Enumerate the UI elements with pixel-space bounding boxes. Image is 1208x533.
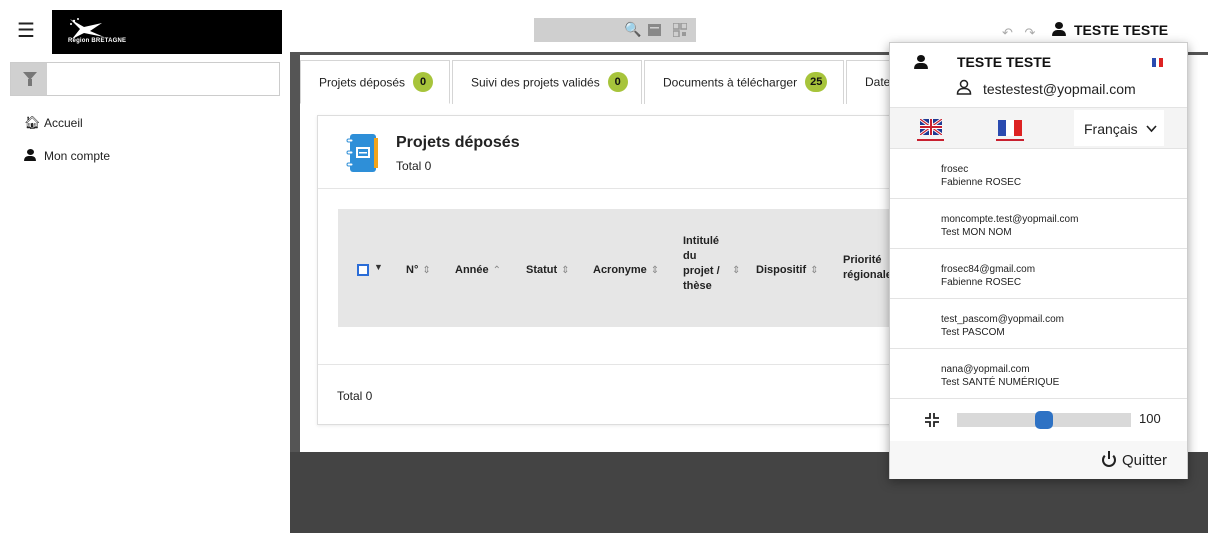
tab-count-badge: 0	[607, 72, 628, 92]
account-login: moncompte.test@yopmail.com	[941, 214, 1079, 225]
sidebar-item-label: Accueil	[44, 116, 83, 130]
compress-icon[interactable]	[925, 413, 939, 427]
column-header-acronyme[interactable]: Acronyme ⇕	[593, 263, 659, 278]
projects-card: Projets déposés Total 0 ▼ N° ⇕ Année ⌃ Sta…	[317, 115, 908, 426]
account-login: test_pascom@yopmail.com	[941, 314, 1064, 325]
account-login: frosec	[941, 164, 969, 175]
column-header-priorite[interactable]: Priorité régionale	[843, 253, 892, 283]
flag-underline	[996, 139, 1024, 141]
history-controls: ↶ ↷	[1002, 25, 1035, 41]
chevron-down-icon	[1145, 125, 1157, 133]
account-login: frosec84@gmail.com	[941, 264, 1036, 275]
select-all-checkbox[interactable]	[357, 264, 369, 276]
filter-button[interactable]	[11, 63, 47, 95]
flag-underline	[917, 139, 944, 141]
account-item[interactable]: frosec Fabienne ROSEC	[890, 149, 1187, 199]
account-item[interactable]: frosec84@gmail.com Fabienne ROSEC	[890, 249, 1187, 299]
quit-label: Quitter	[1121, 452, 1167, 469]
sort-icon: ⇕	[422, 265, 431, 276]
user-menu-toggle[interactable]: TESTE TESTE	[1052, 22, 1168, 38]
zoom-slider-thumb[interactable]	[1035, 411, 1053, 429]
logo[interactable]: Région BRETAGNE	[52, 10, 282, 54]
sidebar: 🏠︎ Accueil Mon compte	[0, 55, 290, 533]
power-icon	[1101, 451, 1116, 467]
account-name: Fabienne ROSEC	[941, 277, 1022, 288]
filter-icon	[23, 72, 37, 86]
account-name: Fabienne ROSEC	[941, 177, 1022, 188]
search-bar[interactable]: 🔍	[534, 18, 696, 42]
logo-text: Région BRETAGNE	[68, 38, 127, 44]
content-left-border	[290, 55, 300, 452]
redo-icon[interactable]: ↷	[1025, 25, 1036, 40]
user-icon	[24, 148, 38, 163]
column-header-intitule[interactable]: Intitulé du projet / thèse	[683, 234, 720, 294]
column-header-num[interactable]: N° ⇕	[406, 263, 431, 278]
chevron-down-icon[interactable]: ▼	[374, 262, 383, 272]
sort-icon: ⇕	[561, 265, 570, 276]
sort-icon[interactable]: ⇕	[728, 263, 740, 278]
user-name: TESTE TESTE	[1074, 22, 1169, 38]
card-icon[interactable]	[648, 23, 661, 39]
zoom-slider[interactable]	[957, 411, 1131, 429]
home-icon: 🏠︎	[24, 115, 41, 130]
account-item[interactable]: moncompte.test@yopmail.com Test MON NOM	[890, 199, 1187, 249]
user-icon	[914, 55, 928, 69]
sort-icon: ⇕	[810, 265, 819, 276]
uk-flag-icon[interactable]	[920, 119, 942, 135]
notebook-icon	[346, 134, 378, 172]
language-row: Français	[890, 108, 1187, 148]
account-item[interactable]: test_pascom@yopmail.com Test PASCOM	[890, 299, 1187, 349]
language-value: Français	[1084, 121, 1138, 137]
account-login: nana@yopmail.com	[941, 364, 1030, 375]
user-dropdown: TESTE TESTE testestest@yopmail.com Franç…	[889, 42, 1188, 479]
search-icon[interactable]: 🔍	[624, 21, 641, 38]
card-header: Projets déposés Total 0	[318, 116, 906, 189]
dropdown-user-name: TESTE TESTE	[957, 54, 1052, 70]
account-name: Test SANTÉ NUMÉRIQUE	[941, 377, 1060, 388]
zoom-value: 100	[1139, 411, 1161, 426]
french-flag-icon	[1152, 58, 1163, 67]
quit-button[interactable]: Quitter	[1101, 451, 1167, 469]
french-flag-icon[interactable]	[998, 120, 1022, 136]
tab-label: Suivi des projets validés	[471, 75, 600, 90]
tab-documents-a-telecharger[interactable]: Documents à télécharger 25	[644, 60, 844, 104]
qr-code-icon[interactable]	[672, 22, 688, 40]
sort-icon: ⇕	[650, 265, 660, 276]
sidebar-item-label: Mon compte	[44, 149, 111, 163]
sort-asc-icon: ⌃	[492, 265, 502, 276]
card-title: Projets déposés	[396, 134, 520, 151]
zoom-row: 100	[890, 399, 1187, 441]
tab-label: Date	[865, 75, 891, 89]
user-outline-icon	[956, 79, 972, 95]
tab-count-badge: 0	[413, 72, 434, 92]
filter-input[interactable]	[10, 62, 280, 96]
user-icon	[1052, 22, 1066, 36]
column-header-statut[interactable]: Statut ⇕	[526, 263, 570, 278]
card-total: Total 0	[396, 159, 432, 173]
undo-icon[interactable]: ↶	[1002, 25, 1013, 40]
table-header: ▼ N° ⇕ Année ⌃ Statut ⇕ Acronyme ⇕ Intitulé …	[338, 209, 908, 327]
tab-count-badge: 25	[805, 72, 828, 92]
quit-row: Quitter	[890, 441, 1187, 479]
dropdown-user-email: testestest@yopmail.com	[983, 81, 1136, 97]
tab-label: Projets déposés	[319, 75, 406, 90]
sidebar-item-accueil[interactable]: 🏠︎ Accueil	[24, 115, 83, 131]
column-header-annee[interactable]: Année ⌃	[455, 263, 501, 278]
column-header-dispositif[interactable]: Dispositif ⇕	[756, 263, 819, 278]
footer-total: Total 0	[337, 389, 373, 403]
language-select[interactable]: Français	[1074, 110, 1164, 146]
tab-label: Documents à télécharger	[663, 75, 798, 90]
account-name: Test PASCOM	[941, 327, 1005, 338]
account-name: Test MON NOM	[941, 227, 1012, 238]
tab-suivi-projets-valides[interactable]: Suivi des projets validés 0	[452, 60, 642, 104]
tab-projets-deposes[interactable]: Projets déposés 0	[300, 60, 450, 104]
account-item[interactable]: nana@yopmail.com Test SANTÉ NUMÉRIQUE	[890, 349, 1187, 399]
menu-icon[interactable]: ☰	[17, 21, 35, 41]
sidebar-item-mon-compte[interactable]: Mon compte	[24, 148, 110, 163]
card-footer: Total 0	[318, 364, 906, 426]
